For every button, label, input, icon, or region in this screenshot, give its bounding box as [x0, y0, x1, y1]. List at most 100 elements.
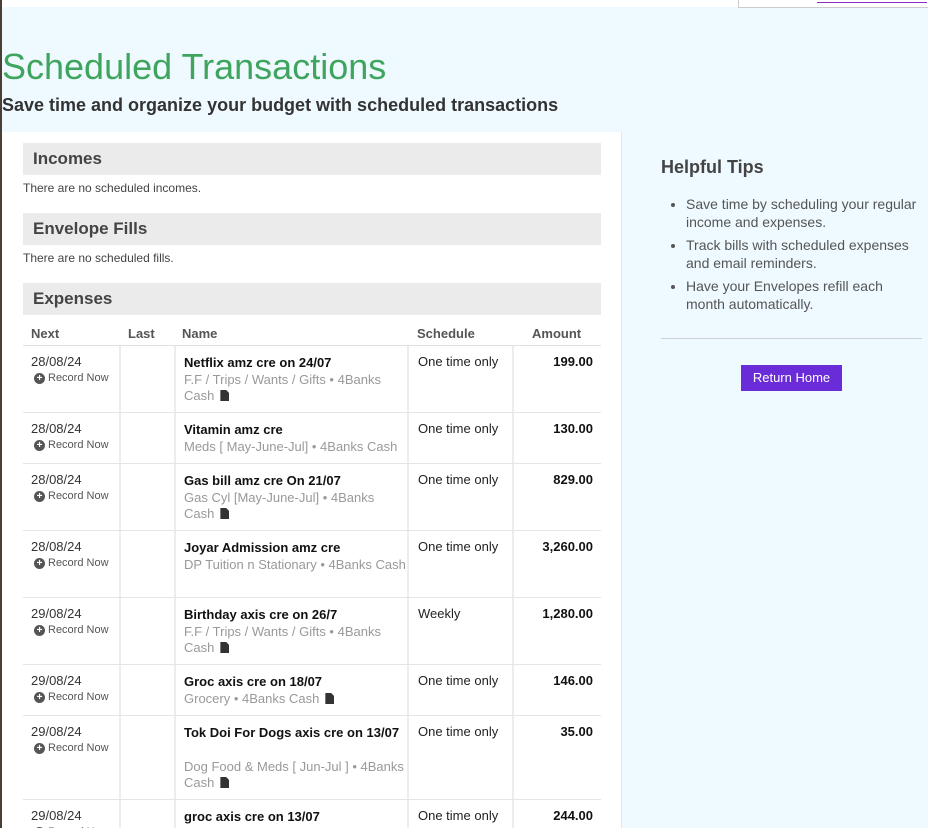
- record-now-label: Record Now: [48, 557, 109, 569]
- category-text: F.F / Trips / Wants / Gifts • 4Banks Cas…: [184, 372, 381, 403]
- next-date: 29/08/24: [31, 606, 82, 621]
- table-row[interactable]: 29/08/24 + Record Now Groc axis cre on 1…: [23, 665, 601, 716]
- cell-divider: [174, 464, 176, 530]
- document-icon[interactable]: [220, 390, 230, 401]
- page-title: Scheduled Transactions: [2, 46, 387, 87]
- main-panel: Incomes There are no scheduled incomes. …: [2, 132, 622, 828]
- record-now-link[interactable]: + Record Now: [34, 372, 109, 384]
- next-date: 28/08/24: [31, 472, 82, 487]
- cell-divider: [512, 716, 514, 799]
- cell-divider: [174, 716, 176, 799]
- amount: 35.00: [560, 724, 593, 739]
- transaction-category: Gas Cyl [May-June-Jul] • 4Banks Cash: [184, 490, 406, 522]
- cell-divider: [512, 346, 514, 412]
- table-row[interactable]: 28/08/24 + Record Now Vitamin amz cre Me…: [23, 413, 601, 464]
- amount: 1,280.00: [542, 606, 593, 621]
- record-now-label: Record Now: [48, 490, 109, 502]
- cell-divider: [119, 665, 121, 715]
- document-icon[interactable]: [220, 777, 230, 788]
- record-now-label: Record Now: [48, 691, 109, 703]
- expenses-header: Expenses: [23, 283, 601, 315]
- next-date: 29/08/24: [31, 808, 82, 823]
- record-now-label: Record Now: [48, 624, 109, 636]
- table-row[interactable]: 29/08/24 + Record Now groc axis cre on 1…: [23, 800, 601, 828]
- incomes-header: Incomes: [23, 143, 601, 175]
- record-now-link[interactable]: + Record Now: [34, 691, 109, 703]
- schedule: One time only: [418, 673, 499, 688]
- plus-circle-icon: +: [34, 372, 45, 384]
- schedule: One time only: [418, 354, 499, 369]
- fills-empty: There are no scheduled fills.: [23, 251, 174, 265]
- record-now-link[interactable]: + Record Now: [34, 742, 109, 754]
- schedule: One time only: [418, 421, 499, 436]
- cell-divider: [512, 800, 514, 828]
- top-nav-link[interactable]: [817, 0, 927, 3]
- table-row[interactable]: 29/08/24 + Record Now Tok Doi For Dogs a…: [23, 716, 601, 800]
- plus-circle-icon: +: [34, 557, 45, 569]
- record-now-link[interactable]: + Record Now: [34, 490, 109, 502]
- col-amount[interactable]: Amount: [532, 326, 581, 341]
- record-now-label: Record Now: [48, 439, 109, 451]
- cell-divider: [512, 464, 514, 530]
- cell-divider: [407, 531, 409, 597]
- cell-divider: [174, 800, 176, 828]
- table-row[interactable]: 29/08/24 + Record Now Birthday axis cre …: [23, 598, 601, 665]
- incomes-empty: There are no scheduled incomes.: [23, 181, 202, 195]
- cell-divider: [174, 413, 176, 463]
- transaction-name[interactable]: Birthday axis cre on 26/7: [184, 606, 406, 623]
- cell-divider: [512, 413, 514, 463]
- amount: 244.00: [553, 808, 593, 823]
- cell-divider: [407, 413, 409, 463]
- record-now-link[interactable]: + Record Now: [34, 557, 109, 569]
- category-text: Meds [ May-June-Jul] • 4Banks Cash: [184, 439, 398, 454]
- return-home-button[interactable]: Return Home: [741, 365, 842, 391]
- cell-divider: [119, 464, 121, 530]
- record-now-link[interactable]: + Record Now: [34, 624, 109, 636]
- cell-divider: [512, 598, 514, 664]
- table-row[interactable]: 28/08/24 + Record Now Netflix amz cre on…: [23, 346, 601, 413]
- transaction-category: DP Tuition n Stationary • 4Banks Cash: [184, 557, 406, 573]
- col-name[interactable]: Name: [182, 326, 217, 341]
- record-now-link[interactable]: + Record Now: [34, 439, 109, 451]
- document-icon[interactable]: [220, 642, 230, 653]
- category-text: Grocery • 4Banks Cash: [184, 691, 320, 706]
- cell-divider: [407, 665, 409, 715]
- col-next[interactable]: Next: [31, 326, 59, 341]
- cell-divider: [174, 346, 176, 412]
- transaction-name[interactable]: groc axis cre on 13/07: [184, 808, 406, 825]
- transaction-name[interactable]: Gas bill amz cre On 21/07: [184, 472, 406, 489]
- plus-circle-icon: +: [34, 439, 45, 451]
- cell-divider: [174, 531, 176, 597]
- category-text: DP Tuition n Stationary • 4Banks Cash: [184, 557, 406, 572]
- plus-circle-icon: +: [34, 624, 45, 636]
- transaction-name[interactable]: Vitamin amz cre: [184, 421, 406, 438]
- transaction-name[interactable]: Tok Doi For Dogs axis cre on 13/07: [184, 724, 406, 741]
- col-last[interactable]: Last: [128, 326, 155, 341]
- schedule: One time only: [418, 472, 499, 487]
- transaction-name[interactable]: Joyar Admission amz cre: [184, 539, 406, 556]
- transaction-name[interactable]: Groc axis cre on 18/07: [184, 673, 406, 690]
- document-icon[interactable]: [325, 693, 335, 704]
- record-now-label: Record Now: [48, 742, 109, 754]
- transaction-category: F.F / Trips / Wants / Gifts • 4Banks Cas…: [184, 624, 406, 656]
- document-icon[interactable]: [220, 508, 230, 519]
- table-row[interactable]: 28/08/24 + Record Now Gas bill amz cre O…: [23, 464, 601, 531]
- table-row[interactable]: 28/08/24 + Record Now Joyar Admission am…: [23, 531, 601, 598]
- col-schedule[interactable]: Schedule: [417, 326, 475, 341]
- cell-divider: [119, 800, 121, 828]
- transaction-name[interactable]: Netflix amz cre on 24/07: [184, 354, 406, 371]
- amount: 146.00: [553, 673, 593, 688]
- transaction-category: Meds [ May-June-Jul] • 4Banks Cash: [184, 439, 406, 455]
- tip-item: Have your Envelopes refill each month au…: [686, 277, 922, 313]
- amount: 3,260.00: [542, 539, 593, 554]
- amount: 199.00: [553, 354, 593, 369]
- amount: 829.00: [553, 472, 593, 487]
- schedule: One time only: [418, 808, 499, 823]
- tips-title: Helpful Tips: [661, 157, 764, 177]
- next-date: 29/08/24: [31, 673, 82, 688]
- cell-divider: [407, 800, 409, 828]
- category-text: Gas Cyl [May-June-Jul] • 4Banks Cash: [184, 490, 375, 521]
- transaction-category: F.F / Trips / Wants / Gifts • 4Banks Cas…: [184, 372, 406, 404]
- cell-divider: [407, 716, 409, 799]
- top-nav-box: [738, 0, 928, 8]
